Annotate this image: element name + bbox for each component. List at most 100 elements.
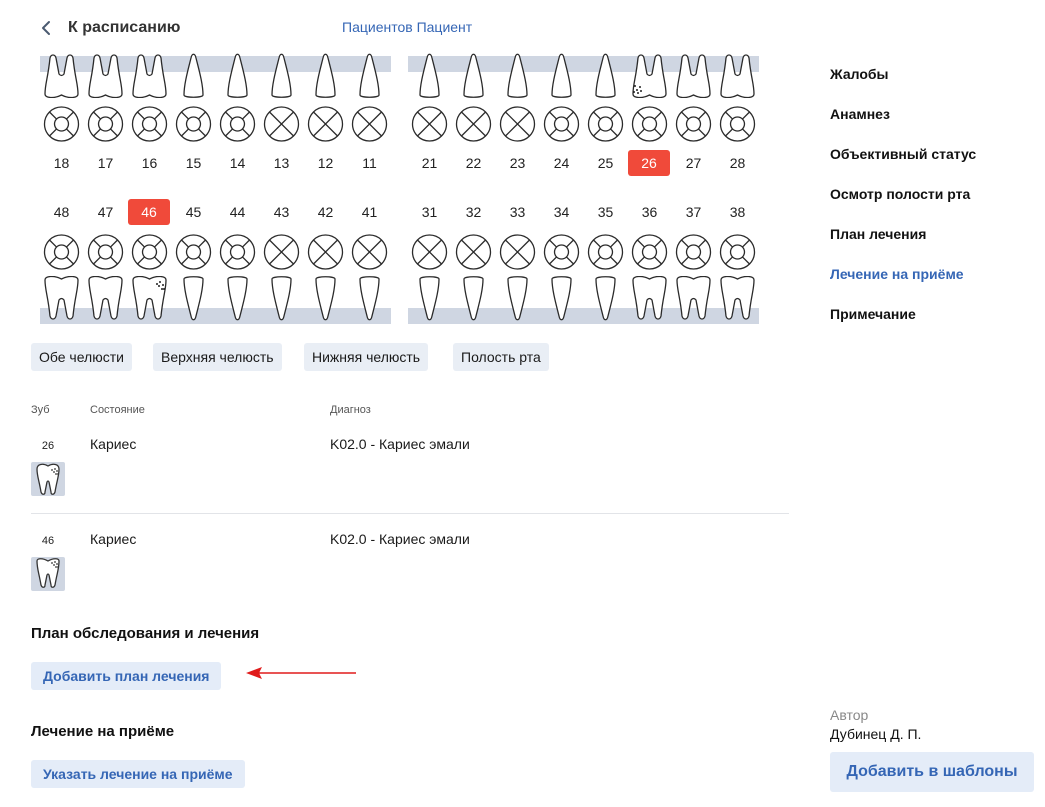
tooth-shape-icon (507, 276, 528, 321)
tooth-surface-icon (587, 106, 624, 142)
tooth-surface-icon (587, 234, 624, 270)
tooth-surface-icon (719, 234, 756, 270)
tooth-number: 48 (53, 204, 70, 220)
lower-jaw-button[interactable]: Нижняя челюсть (304, 343, 429, 371)
missing-tooth-icon (411, 106, 448, 142)
tooth-number: 23 (509, 155, 526, 171)
add-to-templates-button[interactable]: Добавить в шаблоны (830, 752, 1034, 792)
missing-tooth-icon (455, 106, 492, 142)
tooth-number: 21 (421, 155, 438, 171)
add-treatment-plan-button[interactable]: Добавить план лечения (31, 662, 222, 690)
tooth-shape-icon (227, 53, 248, 98)
sidebar-item-complaints[interactable]: Жалобы (830, 66, 888, 82)
column-header-condition: Состояние (90, 404, 145, 416)
tooth-number: 12 (317, 155, 334, 171)
row-condition: Кариес (90, 531, 137, 547)
tooth-number: 36 (641, 204, 658, 220)
tooth-shape-icon (88, 276, 123, 320)
row-tooth-icon (31, 557, 65, 591)
tooth-number: 18 (53, 155, 70, 171)
tooth-shape-icon (227, 276, 248, 321)
tooth-number: 16 (141, 155, 158, 171)
tooth-number: 43 (273, 204, 290, 220)
tooth-shape-icon (720, 54, 755, 98)
tooth-shape-icon (183, 53, 204, 98)
tooth-number: 28 (729, 155, 746, 171)
tooth-surface-icon (131, 234, 168, 270)
column-header-diagnosis: Диагноз (330, 404, 371, 416)
treatment-section-title: Лечение на приёме (31, 723, 175, 740)
tooth-shape-icon (632, 54, 667, 98)
both-jaws-button[interactable]: Обе челюсти (31, 343, 132, 371)
tooth-surface-icon (43, 234, 80, 270)
sidebar-item-oral-exam[interactable]: Осмотр полости рта (830, 186, 970, 202)
tooth-number: 47 (97, 204, 114, 220)
oral-cavity-button[interactable]: Полость рта (453, 343, 549, 371)
column-header-tooth: Зуб (31, 404, 50, 416)
row-tooth-number: 26 (41, 440, 55, 452)
tooth-shape-icon (132, 54, 167, 98)
chevron-left-icon (42, 21, 50, 35)
tooth-shape-icon (419, 53, 440, 98)
tooth-number: 24 (553, 155, 570, 171)
tooth-shape-icon (315, 53, 336, 98)
missing-tooth-icon (263, 106, 300, 142)
tooth-number: 25 (597, 155, 614, 171)
row-diagnosis: K02.0 - Кариес эмали (330, 436, 470, 452)
tooth-surface-icon (631, 234, 668, 270)
tooth-surface-icon (543, 106, 580, 142)
sidebar-item-objective-status[interactable]: Объективный статус (830, 146, 976, 162)
tooth-number: 34 (553, 204, 570, 220)
tooth-surface-icon (131, 106, 168, 142)
tooth-shape-icon (463, 53, 484, 98)
tooth-surface-icon (175, 106, 212, 142)
tooth-shape-icon (676, 54, 711, 98)
tooth-shape-icon (132, 276, 167, 320)
row-tooth-icon (31, 462, 65, 496)
tooth-surface-icon (219, 106, 256, 142)
tooth-shape-icon (44, 276, 79, 320)
tooth-number: 37 (685, 204, 702, 220)
tooth-shape-icon (507, 53, 528, 98)
upper-jaw-button[interactable]: Верхняя челюсть (153, 343, 282, 371)
tooth-number: 32 (465, 204, 482, 220)
arrow-left-icon (246, 667, 356, 679)
tooth-shape-icon (359, 53, 380, 98)
tooth-shape-icon (595, 276, 616, 321)
back-link-label: К расписанию (68, 19, 181, 36)
tooth-shape-icon (632, 276, 667, 320)
missing-tooth-icon (307, 106, 344, 142)
row-condition: Кариес (90, 436, 137, 452)
author-name: Дубинец Д. П. (830, 726, 922, 742)
tooth-number: 26 (628, 150, 670, 176)
tooth-shape-icon (463, 276, 484, 321)
tooth-shape-icon (359, 276, 380, 321)
missing-tooth-icon (499, 106, 536, 142)
tooth-shape-icon (676, 276, 711, 320)
missing-tooth-icon (411, 234, 448, 270)
tooth-number: 35 (597, 204, 614, 220)
specify-treatment-button[interactable]: Указать лечение на приёме (31, 760, 245, 788)
tooth-number: 27 (685, 155, 702, 171)
sidebar-item-treatment-at-visit[interactable]: Лечение на приёме (830, 266, 964, 282)
tooth-number: 46 (128, 199, 170, 225)
patient-name-link[interactable]: Пациентов Пациент (342, 19, 472, 35)
tooth-number: 38 (729, 204, 746, 220)
tooth-number: 45 (185, 204, 202, 220)
tooth-surface-icon (219, 234, 256, 270)
tooth-number: 44 (229, 204, 246, 220)
back-link[interactable]: К расписанию (38, 16, 180, 40)
sidebar-item-treatment-plan[interactable]: План лечения (830, 226, 926, 242)
tooth-shape-icon (44, 54, 79, 98)
tooth-number: 22 (465, 155, 482, 171)
tooth-number: 31 (421, 204, 438, 220)
tooth-shape-icon (551, 276, 572, 321)
tooth-surface-icon (631, 106, 668, 142)
tooth-shape-icon (88, 54, 123, 98)
sidebar-item-anamnesis[interactable]: Анамнез (830, 106, 890, 122)
tooth-number: 11 (362, 155, 377, 171)
tooth-surface-icon (87, 234, 124, 270)
tooth-number: 14 (229, 155, 246, 171)
sidebar-item-note[interactable]: Примечание (830, 306, 916, 322)
tooth-shape-icon (183, 276, 204, 321)
